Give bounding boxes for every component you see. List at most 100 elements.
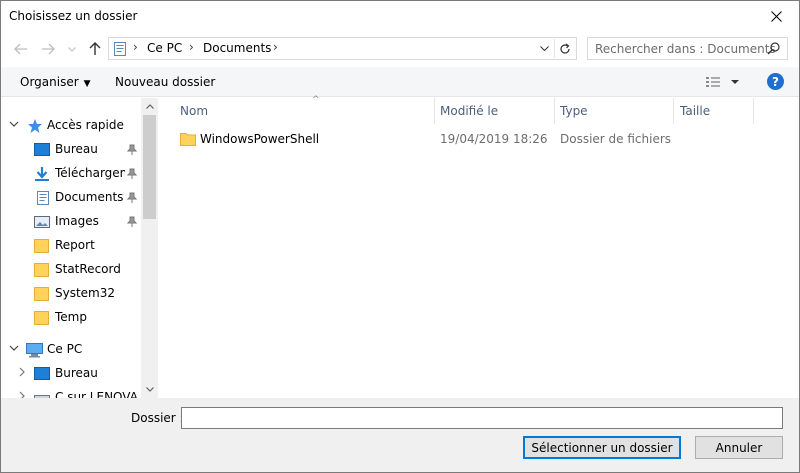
details-view-icon bbox=[706, 77, 739, 87]
pin-icon[interactable] bbox=[127, 192, 137, 204]
chevron-right-icon[interactable] bbox=[17, 391, 27, 398]
tree-item-pc-desktop[interactable]: Bureau bbox=[1, 362, 141, 386]
chevron-right-icon[interactable] bbox=[17, 367, 27, 377]
breadcrumb-separator[interactable]: › bbox=[133, 40, 138, 54]
chevron-expanded-icon[interactable] bbox=[9, 119, 19, 129]
file-row[interactable]: WindowsPowerShell 19/04/2019 18:26 Dossi… bbox=[174, 128, 774, 150]
forward-button[interactable] bbox=[39, 40, 57, 58]
breadcrumb-separator[interactable]: › bbox=[189, 40, 194, 54]
scroll-thumb[interactable] bbox=[143, 115, 156, 219]
folder-icon bbox=[34, 263, 49, 277]
arrow-right-icon bbox=[42, 43, 55, 55]
folder-icon bbox=[34, 311, 49, 325]
tree-label: Documents bbox=[55, 190, 124, 204]
chevron-up-icon bbox=[145, 104, 154, 109]
this-pc-icon bbox=[114, 42, 126, 56]
tree-label: Report bbox=[55, 238, 95, 252]
folder-name-input[interactable] bbox=[181, 407, 783, 429]
quick-access-label: Accès rapide bbox=[47, 118, 124, 132]
address-bar[interactable]: › Ce PC › Documents › bbox=[108, 37, 577, 60]
bottom-panel: Dossier : Sélectionner un dossier Annule… bbox=[1, 398, 799, 472]
tree-item-images[interactable]: Images bbox=[1, 210, 141, 234]
back-button[interactable] bbox=[12, 40, 30, 58]
tree-label: Bureau bbox=[55, 366, 98, 380]
pin-icon[interactable] bbox=[127, 168, 137, 180]
close-button[interactable] bbox=[753, 1, 799, 31]
drive-icon bbox=[34, 395, 50, 398]
tree-label: Téléchargements bbox=[55, 166, 125, 180]
command-bar: Organiser ▼ Nouveau dossier ? bbox=[1, 67, 799, 97]
document-icon bbox=[37, 191, 49, 205]
scroll-down-button[interactable] bbox=[141, 381, 158, 398]
tree-item-this-pc[interactable]: Ce PC bbox=[1, 338, 141, 362]
address-row: › Ce PC › Documents › Rechercher dans : … bbox=[1, 31, 799, 67]
select-folder-button[interactable]: Sélectionner un dossier bbox=[523, 436, 681, 459]
column-header-name[interactable]: Nom ^ bbox=[174, 95, 434, 124]
column-header-type[interactable]: Type bbox=[554, 98, 674, 124]
tree-label: Images bbox=[55, 214, 99, 228]
file-name: WindowsPowerShell bbox=[200, 132, 320, 146]
tree-label: System32 bbox=[55, 286, 116, 300]
chevron-down-icon bbox=[68, 46, 76, 52]
breadcrumb-this-pc[interactable]: Ce PC bbox=[147, 41, 182, 55]
breadcrumb-documents[interactable]: Documents bbox=[203, 41, 271, 55]
close-icon bbox=[770, 10, 782, 22]
file-modified: 19/04/2019 18:26 bbox=[440, 132, 548, 146]
breadcrumb-separator[interactable]: › bbox=[273, 40, 278, 54]
organize-label: Organiser bbox=[20, 75, 79, 89]
search-box[interactable]: Rechercher dans : Documents bbox=[587, 37, 788, 60]
tree-item-quick-access[interactable]: Accès rapide bbox=[1, 114, 141, 138]
help-button[interactable]: ? bbox=[767, 73, 784, 90]
column-header-modified[interactable]: Modifié le bbox=[434, 98, 554, 124]
tree-item-documents[interactable]: Documents bbox=[1, 186, 141, 210]
organize-button[interactable]: Organiser ▼ bbox=[20, 75, 91, 89]
tree-label: Bureau bbox=[55, 142, 98, 156]
caret-down-icon: ▼ bbox=[83, 79, 91, 89]
view-options-button[interactable] bbox=[704, 74, 744, 90]
tree-item-downloads[interactable]: Téléchargements bbox=[1, 162, 141, 186]
tree-item-report[interactable]: Report bbox=[1, 234, 141, 258]
column-divider[interactable] bbox=[753, 98, 754, 124]
tree-item-drive-c[interactable]: C sur LENOVA bbox=[1, 386, 141, 398]
refresh-icon bbox=[559, 43, 570, 54]
this-pc-label: Ce PC bbox=[47, 342, 83, 356]
tree-item-desktop[interactable]: Bureau bbox=[1, 138, 141, 162]
folder-picker-dialog: Choisissez un dossier › Ce PC › Document… bbox=[0, 0, 800, 473]
image-icon bbox=[34, 216, 50, 228]
folder-field-label: Dossier : bbox=[131, 411, 184, 425]
up-button[interactable] bbox=[86, 40, 104, 58]
download-icon bbox=[35, 167, 49, 181]
tree-item-system32[interactable]: System32 bbox=[1, 282, 141, 306]
file-type: Dossier de fichiers bbox=[560, 132, 672, 146]
arrow-up-icon bbox=[89, 42, 101, 55]
arrow-left-icon bbox=[14, 43, 27, 55]
column-header-label: Taille bbox=[680, 104, 711, 118]
column-header-size[interactable]: Taille bbox=[674, 98, 754, 124]
scroll-up-button[interactable] bbox=[141, 98, 158, 115]
column-header-label: Nom bbox=[180, 104, 209, 118]
title-bar: Choisissez un dossier bbox=[1, 1, 799, 31]
refresh-button[interactable] bbox=[554, 39, 574, 58]
address-history-button[interactable] bbox=[535, 39, 553, 58]
recent-locations-button[interactable] bbox=[63, 40, 81, 58]
folder-icon bbox=[34, 239, 49, 253]
window-title: Choisissez un dossier bbox=[9, 9, 138, 23]
navigation-pane: Accès rapide Bureau Téléchargements Docu… bbox=[1, 98, 159, 398]
navigation-scrollbar[interactable] bbox=[141, 98, 158, 398]
new-folder-button[interactable]: Nouveau dossier bbox=[115, 75, 215, 89]
pin-icon[interactable] bbox=[127, 216, 137, 228]
search-icon[interactable] bbox=[767, 41, 781, 55]
chevron-down-icon bbox=[539, 46, 549, 51]
column-header-label: Modifié le bbox=[440, 104, 499, 118]
column-header-label: Type bbox=[560, 104, 588, 118]
pin-icon[interactable] bbox=[127, 144, 137, 156]
folder-icon bbox=[34, 287, 49, 301]
tree-label: C sur LENOVA bbox=[55, 390, 138, 398]
computer-icon bbox=[26, 343, 43, 358]
tree-item-statrecord[interactable]: StatRecord bbox=[1, 258, 141, 282]
cancel-button[interactable]: Annuler bbox=[695, 436, 783, 459]
tree-item-temp[interactable]: Temp bbox=[1, 306, 141, 330]
chevron-expanded-icon[interactable] bbox=[9, 343, 19, 353]
folder-icon bbox=[180, 133, 196, 146]
search-placeholder[interactable]: Rechercher dans : Documents bbox=[595, 42, 776, 56]
